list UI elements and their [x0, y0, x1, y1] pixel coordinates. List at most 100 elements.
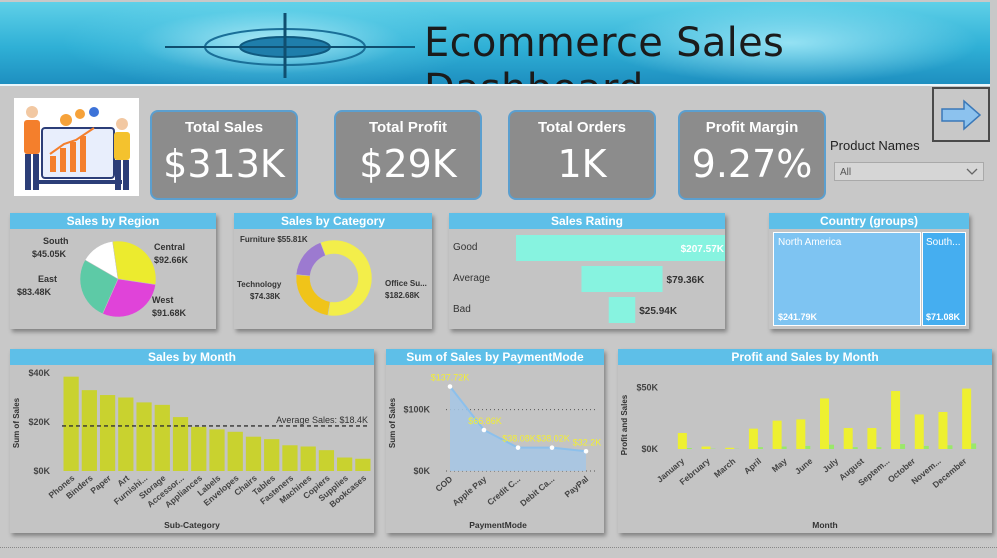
- data-point: [482, 428, 487, 433]
- bar: [246, 437, 261, 471]
- rating-bar: [609, 297, 635, 323]
- sales-bar: [844, 428, 853, 449]
- page-footer-divider: [0, 547, 997, 558]
- kpi-label: Total Sales: [152, 119, 296, 136]
- data-point: [516, 445, 521, 450]
- profit-bar: [805, 446, 810, 449]
- rating-value: $25.94K: [639, 306, 678, 317]
- rating-label: Bad: [453, 304, 471, 315]
- value-central: $92.66K: [154, 255, 188, 265]
- sales-bar: [962, 389, 971, 449]
- label-office-supplies: Office Su...: [385, 279, 427, 288]
- x-axis-title: Sub-Category: [164, 520, 220, 530]
- value-south: $45.05K: [32, 249, 66, 259]
- value-technology: $74.38K: [250, 292, 280, 301]
- product-names-dropdown[interactable]: All: [834, 162, 984, 181]
- kpi-label: Total Profit: [336, 119, 480, 136]
- bar: [191, 427, 206, 471]
- y-tick: $0K: [33, 466, 50, 476]
- profit-bar: [829, 445, 834, 449]
- data-point: [550, 445, 555, 450]
- tile-value: $241.79K: [778, 312, 817, 322]
- sales-bar: [702, 447, 711, 449]
- region-pie-chart: [78, 239, 158, 319]
- label-furniture: Furniture $55.81K: [240, 235, 308, 244]
- sales-by-region-panel: Sales by Region South $45.05K Central $9…: [10, 213, 216, 329]
- panel-title: Sales by Region: [10, 213, 216, 229]
- product-names-label: Product Names: [830, 138, 920, 153]
- x-tick: June: [793, 456, 815, 477]
- bar: [100, 395, 115, 471]
- kpi-label: Total Orders: [510, 119, 654, 136]
- bar: [136, 402, 151, 471]
- crosshair-logo-icon: [165, 10, 415, 80]
- x-tick: COD: [433, 474, 454, 494]
- profit-bar: [782, 447, 787, 449]
- profit-bar: [758, 447, 763, 449]
- payment-mode-panel: Sum of Sales by PaymentMode $0K$100K$137…: [386, 349, 604, 533]
- area-fill: [450, 387, 586, 471]
- sales-bar: [725, 448, 734, 449]
- x-tick: April: [742, 456, 763, 476]
- panel-title: Sales by Category: [234, 213, 432, 229]
- y-tick: $0K: [641, 444, 658, 454]
- sales-bar: [938, 412, 947, 449]
- data-point: [584, 449, 589, 454]
- sales-bar: [796, 419, 805, 449]
- category-donut-chart: [294, 238, 374, 318]
- y-tick: $50K: [636, 382, 658, 392]
- profit-sales-month-panel: Profit and Sales by Month $0K$50KJanuary…: [618, 349, 992, 533]
- kpi-label: Profit Margin: [680, 119, 824, 136]
- data-label: $32.2K: [573, 437, 602, 447]
- sales-bar: [820, 398, 829, 449]
- x-tick: Paper: [88, 472, 113, 495]
- sales-bar: [773, 421, 782, 449]
- y-tick: $20K: [28, 417, 50, 427]
- bar: [118, 398, 133, 472]
- bar: [264, 439, 279, 471]
- average-label: Average Sales: $18.4K: [276, 415, 368, 425]
- arrow-right-icon: [934, 89, 988, 140]
- bar: [155, 405, 170, 471]
- tile-name: South...: [926, 237, 960, 248]
- label-south: South: [43, 236, 69, 246]
- data-label: $66.86K: [468, 416, 502, 426]
- label-west: West: [152, 295, 173, 305]
- sales-bar: [891, 391, 900, 449]
- y-tick: $40K: [28, 368, 50, 378]
- bar: [319, 450, 334, 471]
- bar: [82, 390, 97, 471]
- treemap-tile-south[interactable]: South... $71.08K: [922, 232, 966, 326]
- payment-mode-area-chart: $0K$100K$137.72KCOD$66.86KApple Pay$38.0…: [386, 365, 604, 533]
- treemap-tile-north-america[interactable]: North America $241.79K: [773, 232, 921, 326]
- sales-by-category-panel: Sales by Category Furniture $55.81K Tech…: [234, 213, 432, 329]
- kpi-value: 9.27%: [680, 142, 824, 186]
- x-tick: PayPal: [562, 474, 590, 500]
- data-point: [448, 384, 453, 389]
- bar: [173, 417, 188, 471]
- profit-bar: [853, 447, 858, 449]
- label-technology: Technology: [237, 280, 281, 289]
- profit-bar: [924, 446, 929, 449]
- panel-title: Sales by Month: [10, 349, 374, 365]
- sub-category-bar-chart: $0K$20K$40KPhonesBindersPaperArtFurnishi…: [10, 365, 374, 533]
- kpi-value: $29K: [336, 142, 480, 186]
- profit-bar: [876, 447, 881, 449]
- rating-value: $79.36K: [667, 275, 706, 286]
- chevron-down-icon: [966, 168, 978, 176]
- kpi-total-orders: Total Orders 1K: [508, 110, 656, 200]
- kpi-value: 1K: [510, 142, 654, 186]
- header-banner: Ecommerce Sales Dashboard: [0, 2, 990, 86]
- bar: [228, 432, 243, 471]
- x-tick: March: [712, 456, 738, 480]
- next-page-button[interactable]: [932, 87, 990, 142]
- y-tick: $100K: [403, 405, 430, 415]
- kpi-value: $313K: [152, 142, 296, 186]
- rating-bar: [581, 266, 662, 292]
- sales-bar: [678, 433, 687, 449]
- profit-sales-month-bar-chart: $0K$50KJanuaryFebruaryMarchAprilMayJuneJ…: [618, 365, 992, 533]
- sales-rating-panel: Sales Rating Good$207.57KAverage$79.36KB…: [449, 213, 725, 329]
- profit-bar: [947, 445, 952, 449]
- sales-by-month-panel: Sales by Month $0K$20K$40KPhonesBindersP…: [10, 349, 374, 533]
- slice-furniture: [296, 242, 325, 275]
